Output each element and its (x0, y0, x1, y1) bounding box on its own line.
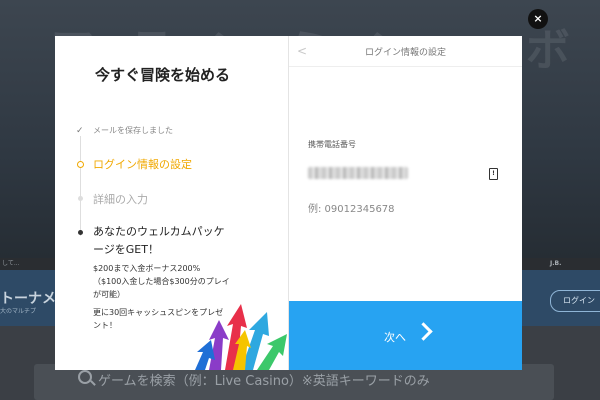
spins-text-cont: ント！ (93, 321, 117, 330)
next-button-label: 次へ (384, 331, 406, 344)
phone-value-blurred (308, 167, 408, 179)
background-strip-text: して... (2, 260, 20, 267)
check-icon: ✓ (76, 126, 84, 136)
arrows-decoration-icon (195, 304, 287, 370)
step-current-dot (77, 161, 84, 168)
welcome-heading: あなたのウェルカムパッケ (93, 225, 225, 238)
search-icon (78, 370, 92, 384)
chevron-right-icon (414, 322, 433, 341)
background-banner-sub: 大のマルチプ (0, 308, 37, 315)
background-login-button: ログイン (550, 290, 600, 312)
next-button[interactable]: 次へ (289, 301, 522, 370)
bonus-text-end: が可能） (93, 290, 125, 299)
welcome-heading-cont: ージをGET！ (93, 243, 159, 256)
background-search-placeholder: ゲームを検索（例：Live Casino）※英語キーワードのみ (98, 374, 430, 389)
welcome-dot (78, 230, 83, 235)
close-icon[interactable]: × (528, 9, 548, 29)
phone-example: 例: 09012345678 (308, 204, 395, 215)
modal-left-panel: 今すぐ冒険を始める ✓ メールを保存しました ログイン情報の設定 詳細の入力 あ… (55, 36, 288, 370)
signup-modal: 今すぐ冒険を始める ✓ メールを保存しました ログイン情報の設定 詳細の入力 あ… (55, 36, 522, 370)
right-header: < ログイン情報の設定 (289, 36, 522, 67)
step-email-saved: メールを保存しました (93, 126, 173, 135)
step-details: 詳細の入力 (93, 193, 148, 206)
right-panel-title: ログイン情報の設定 (364, 48, 446, 58)
bonus-text-cont: （$100入金した場合$300分のプレイ (93, 277, 230, 286)
step-login-settings: ログイン情報の設定 (93, 158, 192, 171)
modal-right-panel: < ログイン情報の設定 携帯電話番号 ! 例: 09012345678 次へ (289, 36, 522, 370)
step-connector (80, 136, 81, 236)
background-banner-title: トーナメ (0, 291, 56, 307)
background-strip-logo: J.B. (550, 260, 562, 267)
bonus-text: $200まで入金ボーナス200% (93, 264, 201, 273)
modal-title: 今すぐ冒険を始める (95, 66, 231, 84)
step-upcoming-dot (78, 196, 83, 201)
phone-label: 携帯電話番号 (308, 140, 356, 149)
phone-icon[interactable]: ! (489, 168, 498, 180)
